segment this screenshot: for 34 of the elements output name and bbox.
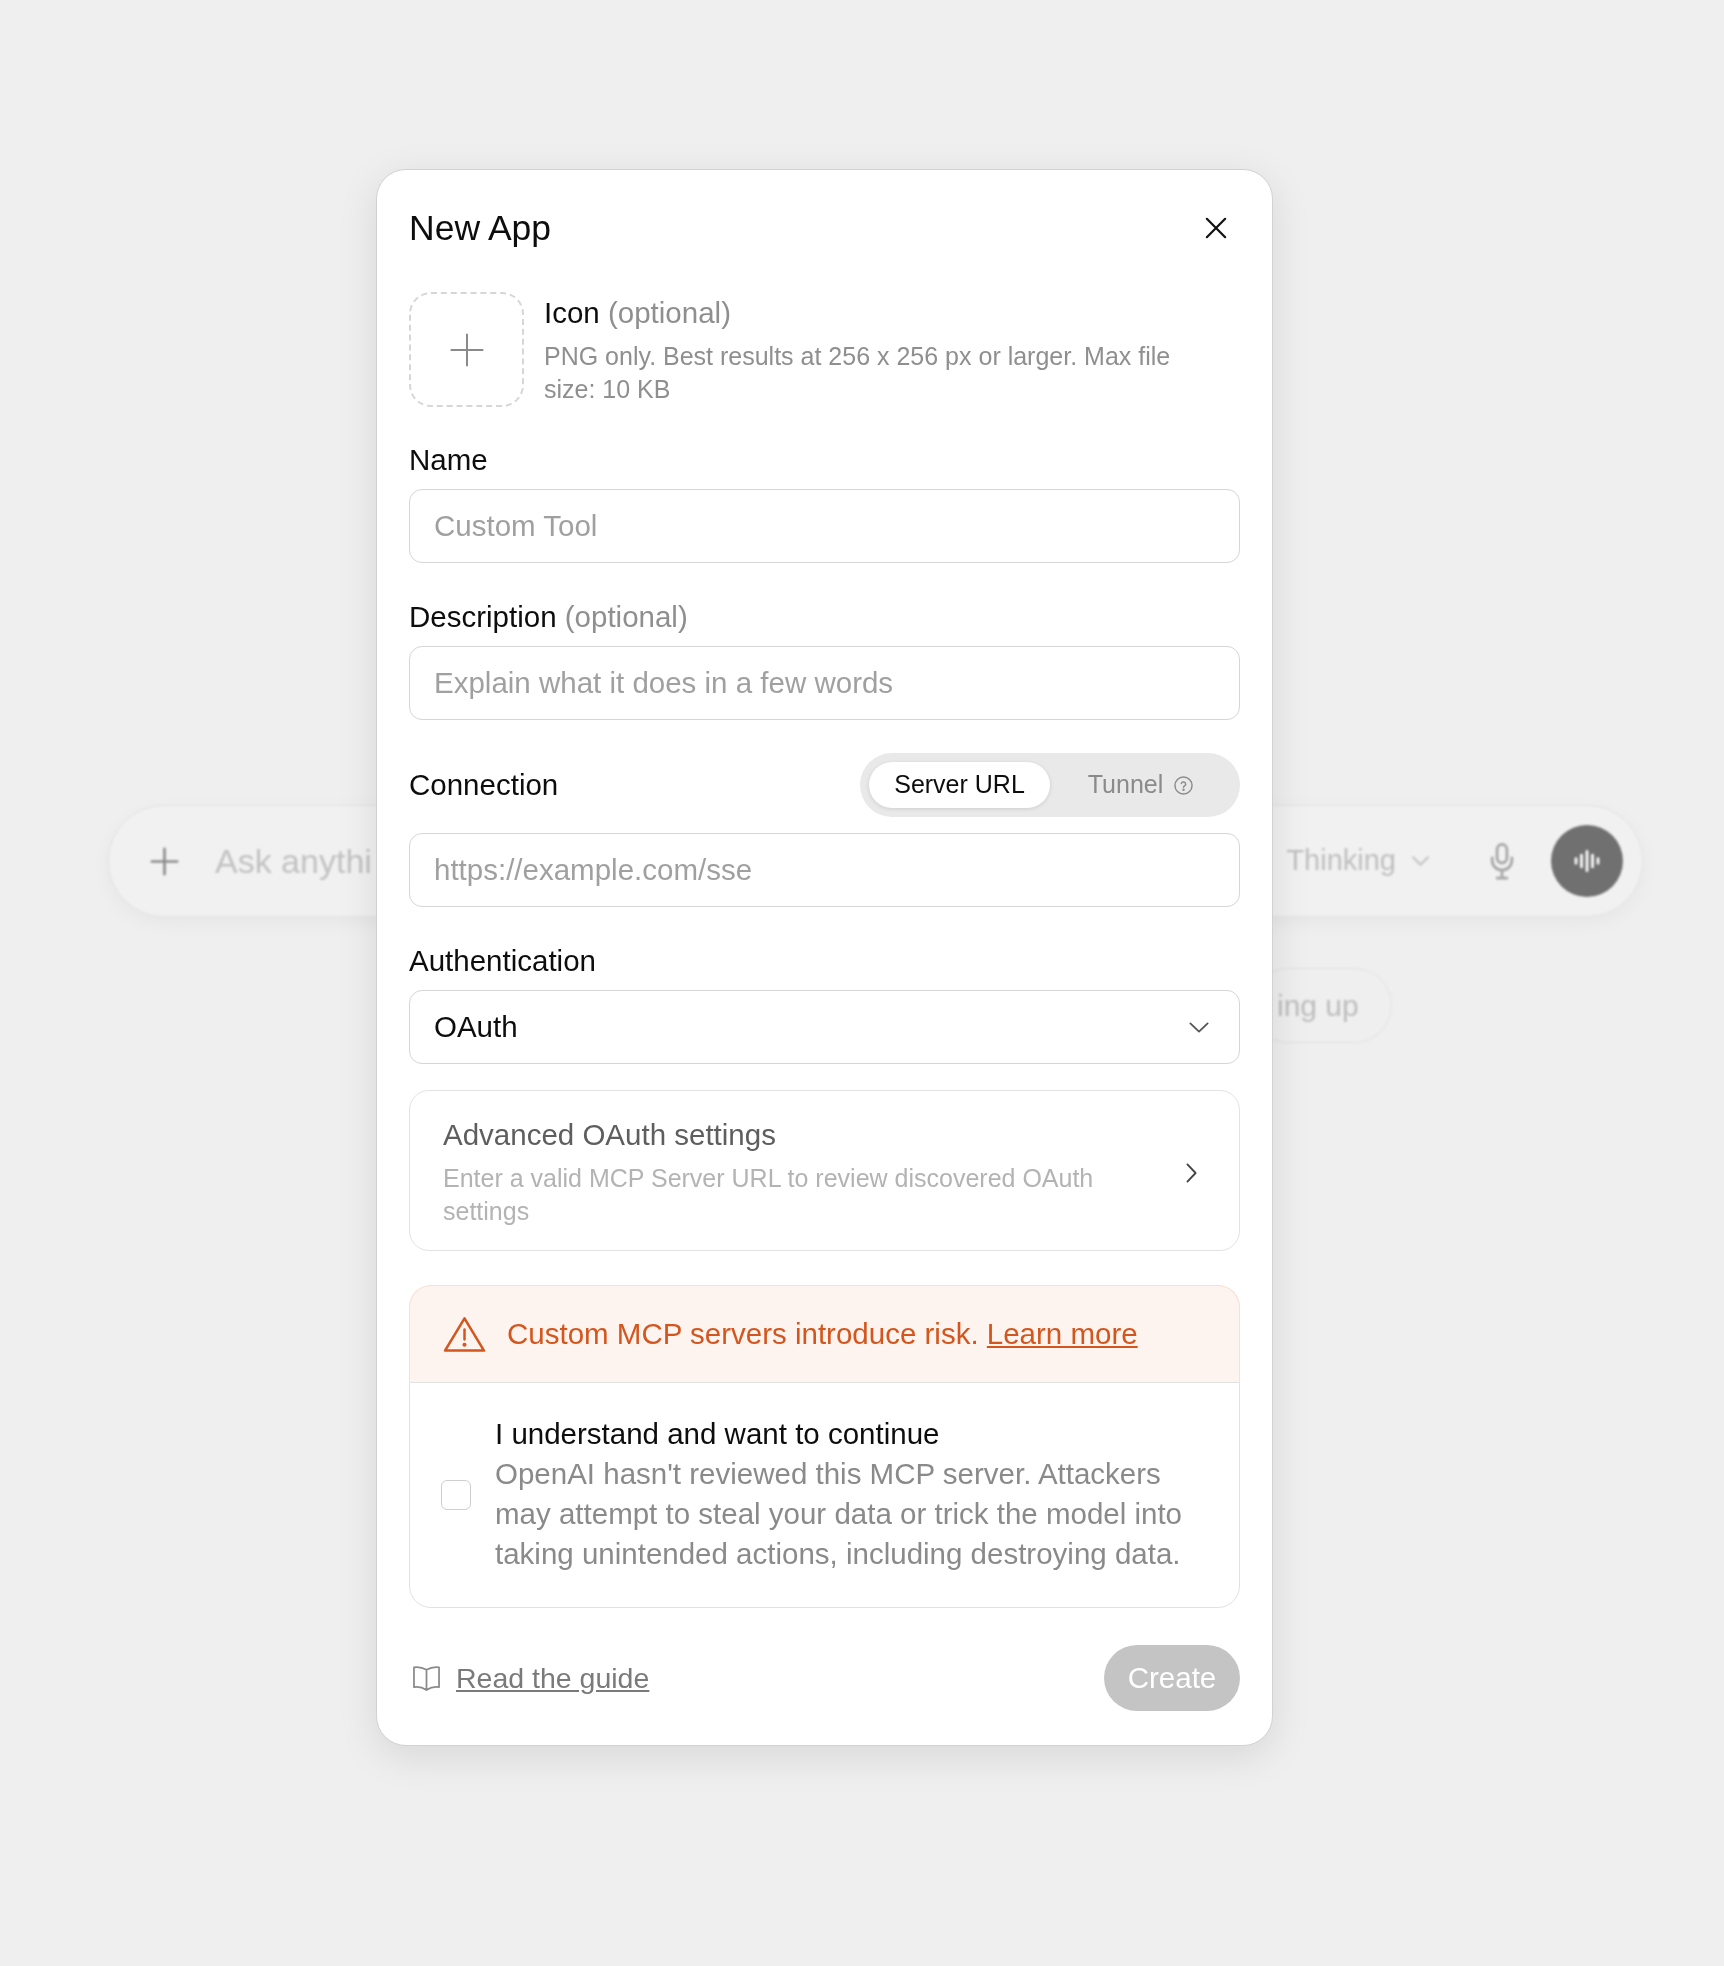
authentication-select[interactable]: OAuth: [409, 990, 1240, 1064]
text-input[interactable]: Explain what it does in a few words: [409, 646, 1240, 720]
caret-icon: [1412, 856, 1429, 866]
field-label: Description (optional): [409, 600, 688, 634]
consent-description: OpenAI hasn't reviewed this MCP server. Attackers may attempt to steal your data or trick the model into taking unintended actions, including destroying data.: [495, 1456, 1183, 1572]
waveform-icon: [1573, 850, 1601, 872]
icon-upload-button[interactable]: [409, 292, 524, 407]
advanced-settings-description: Enter a valid MCP Server URL to review discovered OAuth settings: [443, 1163, 1095, 1227]
field-label: Authentication: [409, 944, 596, 978]
chevron-right-icon: [1186, 1162, 1197, 1183]
advanced-settings-card[interactable]: Advanced OAuth settings Enter a valid MCP Server URL to review discovered OAuth settings: [409, 1090, 1240, 1251]
field-label: Name: [409, 443, 488, 477]
close-icon: [1205, 217, 1227, 239]
icon-help-text: PNG only. Best results at 256 x 256 px or larger. Max file size: 10 KB: [544, 341, 1172, 405]
text-input[interactable]: Custom Tool: [409, 489, 1240, 563]
microphone-icon[interactable]: [1489, 842, 1515, 880]
plus-icon: [449, 332, 484, 367]
server-url-input[interactable]: https://example.com/sse: [409, 833, 1240, 907]
plus-icon[interactable]: [150, 846, 179, 876]
warning-text: Custom MCP servers introduce risk. Learn more: [507, 1316, 1138, 1352]
consent-checkbox[interactable]: [441, 1480, 471, 1510]
warning-icon: [443, 1315, 486, 1353]
book-icon: [412, 1664, 441, 1692]
consent-title: I understand and want to continue: [495, 1416, 940, 1452]
advanced-settings-title: Advanced OAuth settings: [443, 1117, 776, 1153]
icon-label: Icon (optional): [544, 295, 731, 331]
voice-button[interactable]: [1551, 825, 1623, 897]
connection-tab[interactable]: Tunnel: [1050, 762, 1231, 808]
guide-link[interactable]: Read the guide: [412, 1656, 650, 1700]
dialog-title: New App: [409, 207, 552, 250]
field-label: Connection: [409, 768, 559, 802]
chevron-down-icon: [1189, 1021, 1209, 1033]
connection-tab[interactable]: Server URL: [869, 762, 1050, 808]
learn-more-link[interactable]: Learn more: [986, 1317, 1138, 1350]
